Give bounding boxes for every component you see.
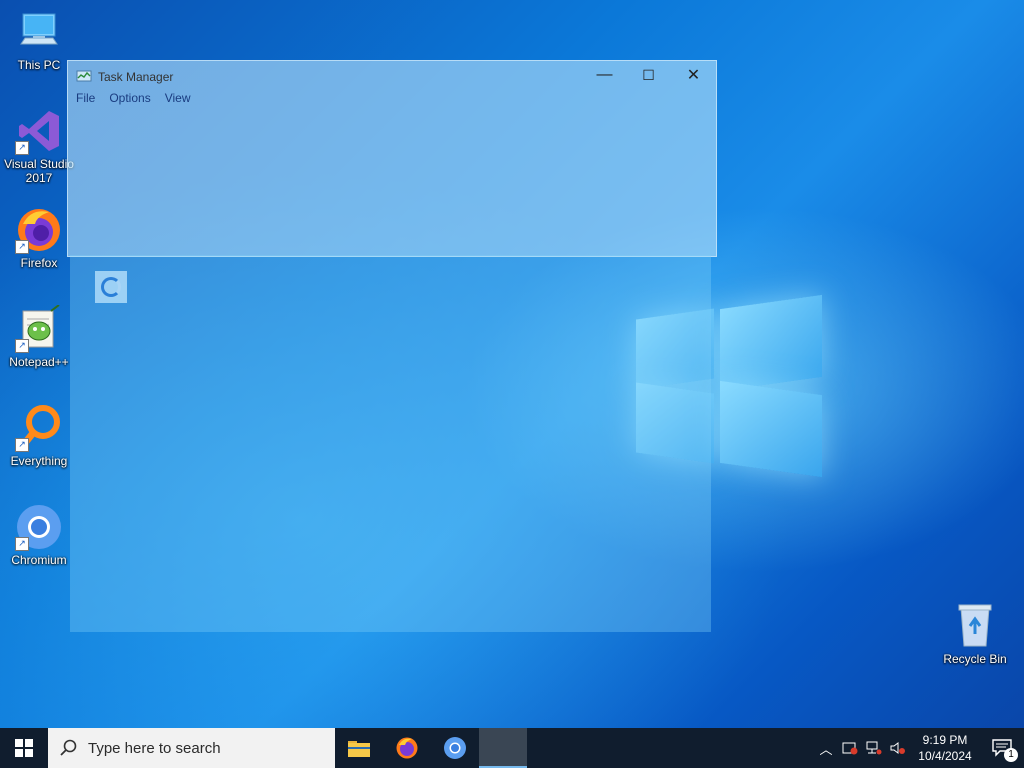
recycle-bin-icon — [951, 602, 999, 650]
desktop-icon-label: Recycle Bin — [943, 652, 1007, 666]
search-icon — [60, 739, 77, 756]
taskbar-task-manager[interactable] — [479, 728, 527, 768]
desktop-icon-this-pc[interactable]: This PC — [1, 8, 77, 72]
desktop-icon-chromium[interactable]: ↗ Chromium — [1, 503, 77, 567]
windows-icon — [15, 739, 33, 757]
firefox-icon: ↗ — [15, 206, 63, 254]
chromium-icon — [444, 737, 466, 759]
task-manager-window[interactable]: Task Manager — ☐ ✕ File Options View — [67, 60, 717, 257]
security-icon[interactable] — [838, 728, 862, 768]
taskbar: Type here to search ︿ 9:19 PM 10/4/2024 … — [0, 728, 1024, 768]
desktop-icon-label: Chromium — [11, 553, 67, 567]
network-icon[interactable] — [862, 728, 886, 768]
taskbar-firefox[interactable] — [383, 728, 431, 768]
menu-view[interactable]: View — [165, 91, 191, 105]
system-tray: ︿ 9:19 PM 10/4/2024 1 — [814, 728, 1024, 768]
menu-bar: File Options View — [76, 91, 191, 105]
folder-icon — [348, 741, 370, 757]
maximize-button[interactable]: ☐ — [626, 61, 671, 89]
shortcut-arrow-icon: ↗ — [15, 240, 29, 254]
clock-time: 9:19 PM — [922, 733, 968, 747]
search-placeholder: Type here to search — [88, 739, 221, 757]
desktop-icon-label: Visual Studio 2017 — [4, 157, 74, 185]
task-manager-content-area — [70, 255, 711, 632]
desktop-icon-label: Firefox — [20, 256, 58, 270]
notification-count-badge: 1 — [1004, 748, 1018, 762]
notepad-plus-plus-icon: ↗ — [15, 304, 63, 353]
taskbar-chromium[interactable] — [431, 728, 479, 768]
task-manager-titlebar[interactable]: Task Manager — [76, 67, 173, 87]
taskbar-search-box[interactable]: Type here to search — [48, 728, 335, 768]
everything-search-icon: ↗ — [15, 404, 63, 452]
action-center-button[interactable]: 1 — [980, 728, 1024, 768]
desktop-icon-firefox[interactable]: ↗ Firefox — [1, 206, 77, 270]
taskbar-clock[interactable]: 9:19 PM 10/4/2024 — [910, 732, 980, 764]
desktop-icon-label: This PC — [17, 58, 61, 72]
desktop-icon-notepad-plus-plus[interactable]: ↗ Notepad++ — [1, 304, 77, 369]
shortcut-arrow-icon: ↗ — [15, 339, 29, 353]
menu-file[interactable]: File — [76, 91, 95, 105]
desktop-icon-label: Notepad++ — [9, 355, 69, 369]
start-button[interactable] — [0, 728, 48, 768]
shortcut-arrow-icon: ↗ — [15, 141, 29, 155]
volume-muted-icon[interactable] — [886, 728, 910, 768]
chevron-up-icon[interactable]: ︿ — [814, 728, 838, 768]
close-button[interactable]: ✕ — [671, 61, 716, 89]
menu-options[interactable]: Options — [109, 91, 150, 105]
loading-spinner-icon — [95, 271, 127, 303]
desktop-icon-visual-studio[interactable]: ↗ Visual Studio 2017 — [1, 107, 77, 185]
desktop-icon-everything[interactable]: ↗ Everything — [1, 404, 77, 468]
visual-studio-icon: ↗ — [15, 107, 63, 155]
computer-icon — [15, 8, 63, 56]
shortcut-arrow-icon: ↗ — [15, 537, 29, 551]
firefox-icon — [396, 737, 418, 759]
clock-date: 10/4/2024 — [918, 749, 972, 763]
window-title: Task Manager — [98, 70, 174, 84]
shortcut-arrow-icon: ↗ — [15, 438, 29, 452]
desktop-icon-label: Everything — [10, 454, 68, 468]
chromium-icon: ↗ — [15, 503, 63, 551]
desktop-icon-recycle-bin[interactable]: Recycle Bin — [937, 602, 1013, 666]
taskbar-file-explorer[interactable] — [335, 728, 383, 768]
minimize-button[interactable]: — — [582, 61, 627, 89]
task-manager-icon — [76, 70, 92, 84]
